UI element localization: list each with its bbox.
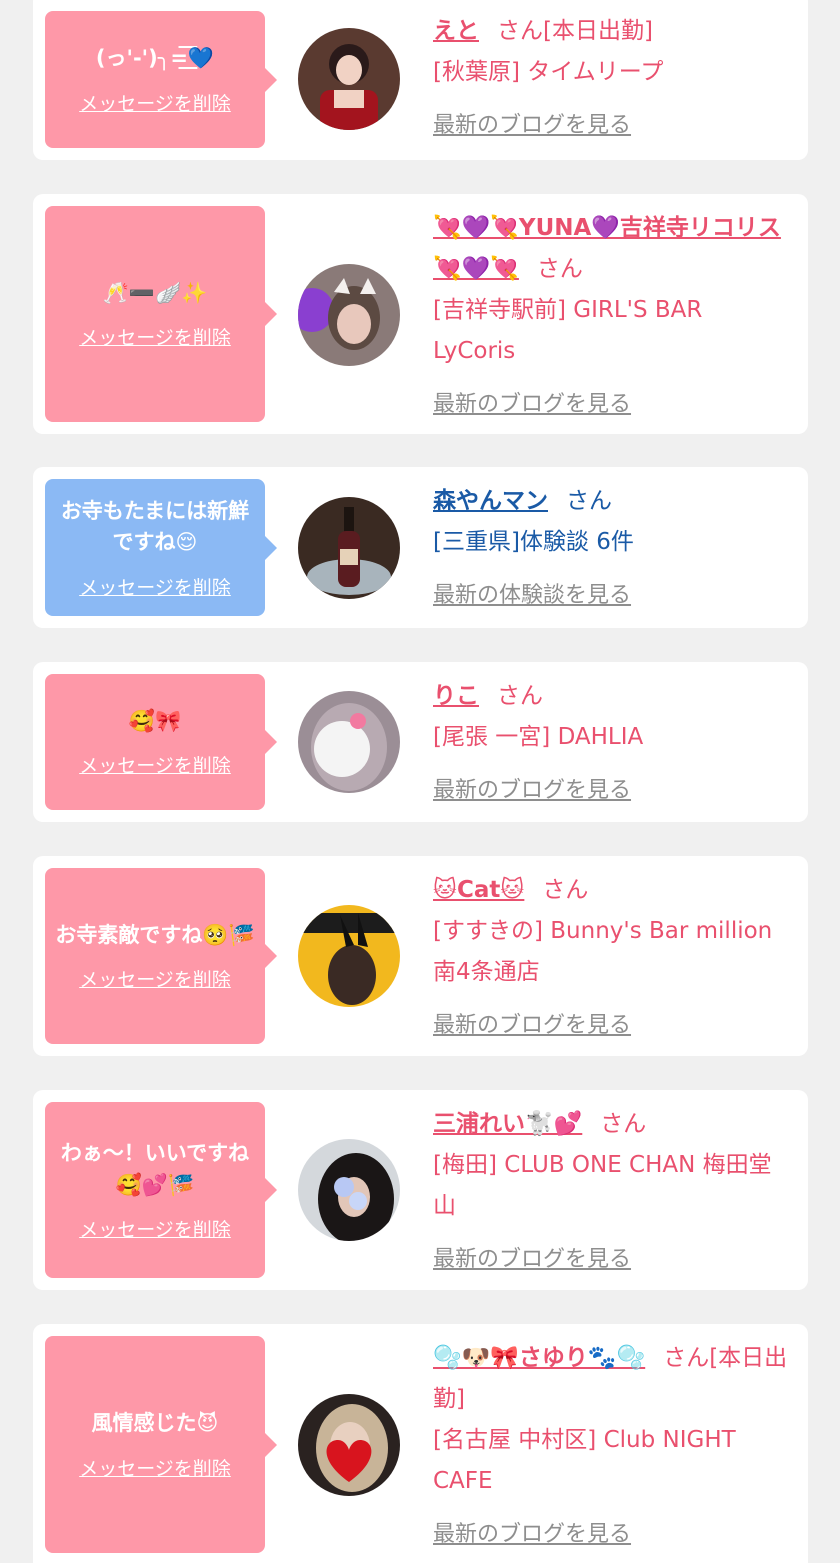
list-item: わぁ〜！いいですね🥰💕🎏 メッセージを削除 三浦れい🐩💕 さん [梅田] CLUB… (33, 1090, 808, 1290)
avatar-photo (298, 1139, 400, 1241)
latest-review-link[interactable]: 最新の体験談を見る (433, 575, 631, 616)
shop-info: [名古屋 中村区] Club NIGHT CAFE (433, 1427, 736, 1494)
profile-info: 🫧🐶🎀さゆり🐾🫧 さん[本日出勤] [名古屋 中村区] Club NIGHT CA… (433, 1338, 790, 1555)
profile-info: りこ さん [尾張 一宮] DAHLIA 最新のブログを見る (433, 676, 790, 811)
delete-message-link[interactable]: メッセージを削除 (79, 89, 231, 116)
avatar[interactable] (298, 691, 400, 793)
shop-info: [吉祥寺駅前] GIRL'S BAR LyCoris (433, 297, 703, 364)
honorific: さん (536, 256, 583, 282)
avatar-photo (298, 905, 400, 1007)
profile-info: えと さん[本日出勤] [秋葉原] タイムリープ 最新のブログを見る (433, 11, 790, 146)
profile-info: 💘💜💘YUNA💜吉祥寺リコリス💘💜💘 さん [吉祥寺駅前] GIRL'S BAR … (433, 208, 790, 425)
profile-name-link[interactable]: 三浦れい🐩💕 (433, 1111, 582, 1137)
latest-blog-link[interactable]: 最新のブログを見る (433, 384, 631, 425)
message-bubble: お寺もたまには新鮮ですね😌 メッセージを削除 (45, 479, 277, 616)
message-bubble: お寺素敵ですね🥺🎏 メッセージを削除 (45, 868, 277, 1044)
message-text: 🥂➖🪽✨ (102, 280, 208, 305)
latest-blog-link[interactable]: 最新のブログを見る (433, 1239, 631, 1280)
avatar[interactable] (298, 1139, 400, 1241)
latest-blog-link[interactable]: 最新のブログを見る (433, 1514, 631, 1555)
message-bubble: 🥂➖🪽✨ メッセージを削除 (45, 206, 277, 422)
message-text: 🥰🎀 (128, 708, 182, 733)
profile-name-link[interactable]: りこ (433, 683, 479, 709)
avatar-photo (298, 1394, 400, 1496)
message-bubble: わぁ〜！いいですね🥰💕🎏 メッセージを削除 (45, 1102, 277, 1278)
profile-name-link[interactable]: 🐱Cat🐱 (433, 877, 524, 903)
avatar[interactable] (298, 264, 400, 366)
profile-name-link[interactable]: えと (433, 18, 479, 44)
profile-name-link[interactable]: 💘💜💘YUNA💜吉祥寺リコリス💘💜💘 (433, 215, 781, 282)
shop-info: [三重県]体験談 6件 (433, 529, 634, 555)
honorific: さん (600, 1111, 647, 1137)
honorific: さん (542, 877, 589, 903)
list-item: 🥰🎀 メッセージを削除 りこ さん [尾張 一宮] DAHLIA 最新のブログを見… (33, 662, 808, 822)
notification-list: (っ'-')╮=͟͟͞💙 メッセージを削除 えと さん[本日出勤] [秋葉原] タ… (0, 0, 840, 1563)
latest-blog-link[interactable]: 最新のブログを見る (433, 770, 631, 811)
message-bubble: (っ'-')╮=͟͟͞💙 メッセージを削除 (45, 11, 277, 148)
avatar-photo (298, 691, 400, 793)
message-text: わぁ〜！いいですね🥰💕🎏 (60, 1141, 250, 1197)
list-item: 風情感じた😈 メッセージを削除 🫧🐶🎀さゆり🐾🫧 さん[本日出勤] [名古屋 中村… (33, 1324, 808, 1563)
profile-name-link[interactable]: 森やんマン (433, 488, 548, 514)
avatar[interactable] (298, 905, 400, 1007)
honorific: さん[本日出勤] (497, 18, 653, 44)
message-text: お寺もたまには新鮮ですね😌 (60, 498, 250, 555)
profile-info: 森やんマン さん [三重県]体験談 6件 最新の体験談を見る (433, 481, 790, 616)
honorific: さん (497, 683, 543, 709)
honorific: さん (566, 488, 612, 514)
delete-message-link[interactable]: メッセージを削除 (79, 573, 231, 600)
message-text: お寺素敵ですね🥺🎏 (55, 922, 255, 947)
delete-message-link[interactable]: メッセージを削除 (79, 1454, 231, 1481)
profile-name-link[interactable]: 🫧🐶🎀さゆり🐾🫧 (433, 1345, 645, 1371)
shop-info: [すすきの] Bunny's Bar million 南4条通店 (433, 918, 773, 985)
delete-message-link[interactable]: メッセージを削除 (79, 323, 231, 350)
profile-info: 三浦れい🐩💕 さん [梅田] CLUB ONE CHAN 梅田堂山 最新のブログを… (433, 1104, 790, 1280)
avatar[interactable] (298, 28, 400, 130)
avatar[interactable] (298, 497, 400, 599)
avatar-photo (298, 497, 400, 599)
delete-message-link[interactable]: メッセージを削除 (79, 751, 231, 778)
message-bubble: 🥰🎀 メッセージを削除 (45, 674, 277, 810)
avatar[interactable] (298, 1394, 400, 1496)
message-text: (っ'-')╮=͟͟͞💙 (95, 46, 215, 71)
avatar-photo (298, 28, 400, 130)
latest-blog-link[interactable]: 最新のブログを見る (433, 105, 631, 146)
list-item: 🥂➖🪽✨ メッセージを削除 💘💜💘YUNA💜吉祥寺リコリス💘💜💘 さん [吉祥寺駅… (33, 194, 808, 434)
message-bubble: 風情感じた😈 メッセージを削除 (45, 1336, 277, 1553)
list-item: (っ'-')╮=͟͟͞💙 メッセージを削除 えと さん[本日出勤] [秋葉原] タ… (33, 0, 808, 160)
shop-info: [秋葉原] タイムリープ (433, 59, 664, 85)
latest-blog-link[interactable]: 最新のブログを見る (433, 1005, 631, 1046)
shop-info: [尾張 一宮] DAHLIA (433, 724, 644, 750)
message-text: 風情感じた😈 (91, 1411, 219, 1436)
list-item: お寺素敵ですね🥺🎏 メッセージを削除 🐱Cat🐱 さん [すすきの] Bunny'… (33, 856, 808, 1056)
shop-info: [梅田] CLUB ONE CHAN 梅田堂山 (433, 1152, 772, 1219)
profile-info: 🐱Cat🐱 さん [すすきの] Bunny's Bar million 南4条通店… (433, 870, 790, 1046)
avatar-photo (298, 264, 400, 366)
list-item: お寺もたまには新鮮ですね😌 メッセージを削除 森やんマン さん [三重県]体験談 … (33, 467, 808, 628)
delete-message-link[interactable]: メッセージを削除 (79, 965, 231, 992)
delete-message-link[interactable]: メッセージを削除 (79, 1215, 231, 1242)
